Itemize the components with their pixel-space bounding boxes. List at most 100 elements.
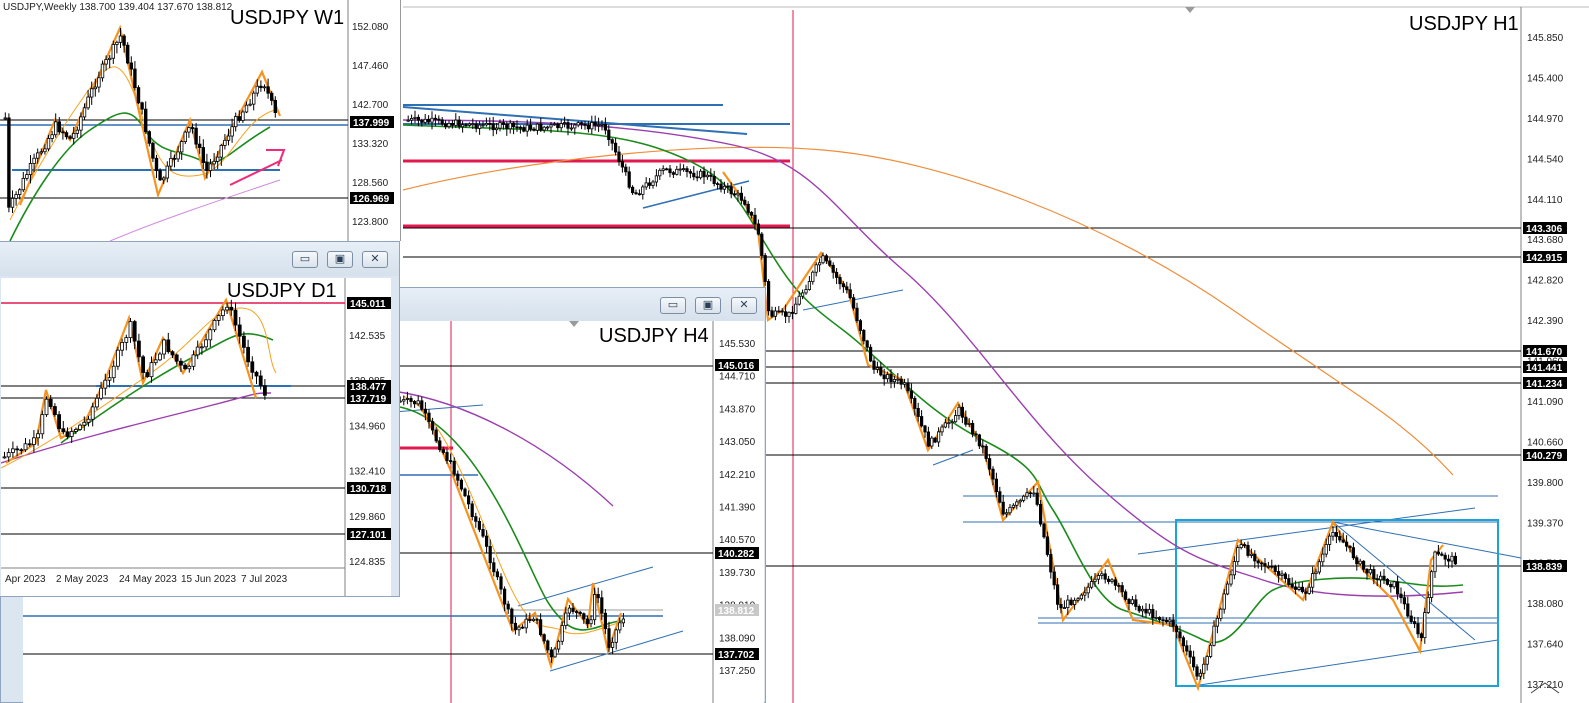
- d1-close-button[interactable]: ✕: [362, 251, 388, 268]
- candle: [658, 169, 662, 177]
- candle: [991, 468, 995, 480]
- candle: [1090, 581, 1094, 588]
- candle: [882, 374, 886, 380]
- candle: [546, 640, 550, 651]
- candle: [624, 166, 628, 173]
- price-axis-label: 139.370: [1527, 518, 1564, 529]
- candle: [183, 131, 187, 142]
- candle: [821, 255, 825, 264]
- price-tag-label: 137.719: [350, 394, 387, 405]
- candle: [1205, 656, 1209, 665]
- h4-title: USDJPY H4: [599, 325, 709, 347]
- candle: [510, 608, 514, 624]
- candle: [559, 123, 563, 129]
- candle: [259, 85, 263, 89]
- candle: [998, 491, 1002, 503]
- candle: [1372, 569, 1376, 580]
- candle: [614, 629, 618, 643]
- candle: [48, 398, 53, 407]
- candle: [14, 194, 18, 199]
- price-axis-label: 144.110: [1527, 195, 1563, 206]
- price-axis-label: 134.960: [349, 421, 386, 432]
- price-axis-label: 140.660: [1527, 437, 1564, 448]
- candle: [170, 351, 175, 356]
- candle: [902, 382, 907, 385]
- d1-window[interactable]: ▭ ▣ ✕ 142.535139.985134.960132.410129.86…: [0, 241, 400, 597]
- candle: [1028, 492, 1033, 495]
- candle: [28, 163, 33, 176]
- h4-maximize-button[interactable]: ▣: [695, 297, 721, 314]
- candle: [838, 277, 842, 285]
- candle: [434, 429, 438, 442]
- candle: [402, 399, 406, 402]
- price-axis-label: 124.835: [349, 557, 386, 568]
- candle: [593, 594, 597, 621]
- candle: [644, 182, 648, 188]
- candle: [111, 365, 116, 379]
- candle: [244, 104, 249, 113]
- candle: [557, 640, 561, 650]
- candle: [589, 619, 593, 625]
- candle: [780, 310, 784, 313]
- w1-chart[interactable]: 152.080 147.460 142.700 133.320 128.560 123.8…: [0, 0, 401, 241]
- candle: [1134, 599, 1138, 607]
- candle: [1317, 561, 1322, 573]
- candle: [498, 122, 502, 129]
- candle: [241, 335, 246, 348]
- candle: [596, 594, 600, 599]
- candle: [27, 443, 32, 446]
- price-tag-label: 145.016: [718, 361, 755, 372]
- price-axis-label: 132.410: [349, 467, 386, 478]
- candle: [229, 306, 234, 311]
- candle: [7, 117, 11, 208]
- candle: [99, 387, 103, 399]
- candle: [1358, 560, 1362, 565]
- candle: [488, 545, 492, 564]
- candle: [1022, 495, 1026, 501]
- candle: [1253, 553, 1257, 562]
- candle: [618, 622, 622, 631]
- candle: [1039, 504, 1043, 525]
- candle: [111, 44, 115, 59]
- candle: [126, 44, 130, 64]
- candle: [1413, 621, 1417, 625]
- price-tag-label: 138.812: [718, 606, 755, 617]
- candle: [1096, 575, 1101, 580]
- candle: [420, 400, 424, 410]
- candle: [86, 96, 90, 109]
- candle: [855, 307, 859, 322]
- candle: [120, 342, 124, 351]
- candle: [444, 123, 448, 128]
- candle: [573, 124, 577, 129]
- d1-chart[interactable]: 142.535139.985134.960132.410129.860124.8…: [1, 278, 391, 596]
- candle: [174, 354, 179, 362]
- h4-minimize-button[interactable]: ▭: [660, 297, 686, 314]
- candle: [889, 374, 893, 383]
- candle: [868, 346, 873, 362]
- candle: [1273, 566, 1277, 572]
- d1-maximize-button[interactable]: ▣: [327, 251, 353, 268]
- candle: [416, 400, 420, 405]
- candle: [583, 123, 587, 126]
- candle: [1419, 633, 1424, 639]
- d1-minimize-button[interactable]: ▭: [292, 251, 318, 268]
- candle: [1222, 593, 1226, 610]
- candle: [582, 613, 586, 620]
- candle: [943, 422, 948, 428]
- candle: [1192, 656, 1196, 668]
- candle: [1083, 592, 1087, 596]
- h4-close-button[interactable]: ✕: [731, 297, 757, 314]
- candle: [811, 271, 815, 282]
- candle: [499, 576, 503, 590]
- candle: [1331, 532, 1335, 537]
- d1-title: USDJPY D1: [227, 280, 337, 302]
- candle: [21, 177, 25, 191]
- candle: [641, 186, 645, 195]
- candle: [212, 160, 216, 165]
- candle: [128, 321, 133, 339]
- candle: [61, 428, 66, 433]
- candle: [1345, 541, 1349, 547]
- price-tag-label: 142.915: [1526, 253, 1563, 264]
- candle: [1015, 501, 1019, 506]
- candle: [879, 367, 883, 376]
